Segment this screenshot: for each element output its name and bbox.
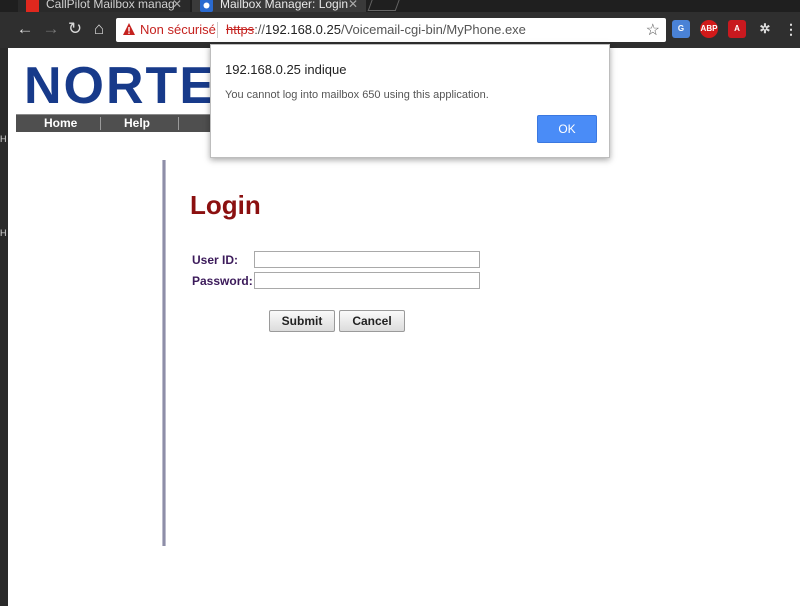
cancel-button[interactable]: Cancel [339, 310, 405, 332]
user-id-label: User ID: [192, 253, 239, 267]
bookmark-star-icon[interactable]: ☆ [646, 20, 660, 40]
divider [100, 117, 101, 130]
left-window-edge: H H [0, 48, 8, 606]
nortel-logo: NORTE [24, 57, 216, 115]
pdf-icon[interactable]: A [728, 20, 746, 38]
page-favicon-icon [200, 0, 213, 12]
password-label: Password: [192, 274, 253, 288]
menu-item-help[interactable]: Help [124, 115, 150, 132]
new-tab-button[interactable] [367, 0, 401, 11]
password-input[interactable] [254, 272, 480, 289]
translate-icon[interactable]: G [672, 20, 690, 38]
close-icon[interactable]: ✕ [348, 0, 358, 12]
address-bar[interactable]: Non sécurisé https://192.168.0.25/Voicem… [116, 18, 666, 42]
vertical-divider [162, 160, 166, 546]
menu-item-home[interactable]: Home [44, 115, 77, 132]
tab-callpilot[interactable]: CallPilot Mailbox manag ✕ [18, 0, 190, 12]
back-arrow-icon[interactable]: ← [16, 20, 34, 38]
reload-icon[interactable]: ↻ [66, 20, 84, 38]
url-text[interactable]: https://192.168.0.25/Voicemail-cgi-bin/M… [226, 22, 526, 37]
adblock-icon[interactable]: ABP [700, 20, 718, 38]
security-label[interactable]: Non sécurisé [140, 22, 216, 37]
edge-mark: H [0, 228, 7, 238]
tab-title: Mailbox Manager: Login [220, 0, 349, 11]
pdf-favicon-icon [26, 0, 39, 12]
tab-strip: CallPilot Mailbox manag ✕ Mailbox Manage… [0, 0, 800, 12]
edge-mark: H [0, 134, 7, 144]
user-id-input[interactable] [254, 251, 480, 268]
menu-dots-icon[interactable]: ⋮ [782, 20, 800, 38]
submit-button[interactable]: Submit [269, 310, 335, 332]
url-scheme: https [226, 22, 255, 37]
warning-icon [123, 23, 135, 35]
tab-title: CallPilot Mailbox manag [46, 0, 175, 11]
url-host: 192.168.0.25 [265, 22, 341, 37]
dialog-message: You cannot log into mailbox 650 using th… [225, 89, 489, 101]
close-icon[interactable]: ✕ [172, 0, 182, 12]
page-title: Login [190, 190, 261, 220]
alert-dialog: 192.168.0.25 indique You cannot log into… [210, 44, 610, 158]
extension-icon[interactable]: ✲ [756, 20, 774, 38]
dialog-title: 192.168.0.25 indique [225, 62, 347, 77]
tab-mailbox-login[interactable]: Mailbox Manager: Login ✕ [192, 0, 366, 12]
forward-arrow-icon[interactable]: → [42, 20, 60, 38]
divider [217, 22, 218, 38]
home-icon[interactable]: ⌂ [90, 20, 108, 38]
divider [178, 117, 179, 130]
url-path: /Voicemail-cgi-bin/MyPhone.exe [340, 22, 526, 37]
ok-button[interactable]: OK [537, 115, 597, 143]
